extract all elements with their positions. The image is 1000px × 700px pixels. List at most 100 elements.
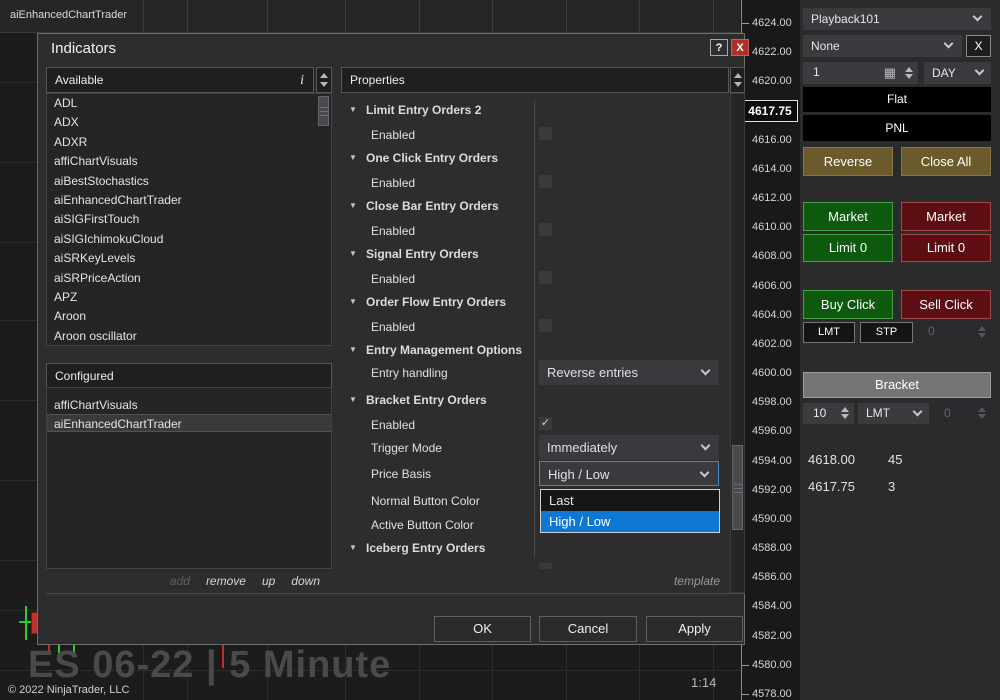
collapse-arrow-icon[interactable]: ▼	[349, 249, 357, 258]
list-item[interactable]: Aroon	[47, 307, 331, 326]
account-selector-value: Playback101	[811, 12, 880, 26]
increment-icon[interactable]	[905, 67, 913, 72]
list-item[interactable]: aiSIGIchimokuCloud	[47, 230, 331, 249]
list-item[interactable]: aiSIGFirstTouch	[47, 210, 331, 229]
scroll-up-icon[interactable]	[320, 73, 328, 78]
bracket-qty-stepper[interactable]: 10	[803, 403, 854, 424]
checkbox[interactable]	[539, 175, 552, 188]
price-basis-selector[interactable]: High / Low	[539, 461, 719, 486]
top-bar-separator	[639, 0, 640, 33]
sell-click-button[interactable]: Sell Click	[901, 290, 991, 319]
list-item[interactable]: aiBestStochastics	[47, 172, 331, 191]
configured-list[interactable]: affiChartVisualsaiEnhancedChartTrader	[46, 387, 332, 569]
scroll-down-icon[interactable]	[320, 82, 328, 87]
list-item[interactable]: affiChartVisuals	[47, 152, 331, 171]
decrement-icon[interactable]	[841, 414, 849, 419]
sell-click-label: Sell Click	[919, 297, 972, 312]
list-item[interactable]: ADXR	[47, 133, 331, 152]
properties-scrollbar-track[interactable]	[730, 93, 745, 593]
reverse-label: Reverse	[824, 154, 872, 169]
price-basis-dropdown-popup[interactable]: LastHigh / Low	[540, 489, 720, 533]
list-item[interactable]: affiChartVisuals	[47, 396, 331, 414]
collapse-arrow-icon[interactable]: ▼	[349, 297, 357, 306]
close-button[interactable]: X	[731, 39, 749, 56]
atm-strategy-selector[interactable]: None	[803, 35, 962, 57]
checkbox[interactable]	[539, 319, 552, 332]
trigger-mode-selector[interactable]: Immediately	[539, 435, 719, 460]
list-item[interactable]: ADX	[47, 113, 331, 132]
collapse-arrow-icon[interactable]: ▼	[349, 105, 357, 114]
dropdown-option[interactable]: Last	[541, 490, 719, 511]
collapse-arrow-icon[interactable]: ▼	[349, 345, 357, 354]
tif-selector[interactable]: DAY	[924, 62, 991, 84]
checkbox[interactable]	[539, 127, 552, 140]
bracket-button[interactable]: Bracket	[803, 372, 991, 398]
stop-qty-stepper: 0	[918, 321, 991, 343]
top-bar-separator	[187, 0, 188, 33]
down-link[interactable]: down	[291, 574, 320, 588]
apply-button[interactable]: Apply	[646, 616, 743, 642]
buy-market-button[interactable]: Market	[803, 202, 893, 231]
scrollbar-thumb[interactable]	[318, 96, 329, 126]
scroll-down-icon[interactable]	[734, 82, 742, 87]
calculator-icon[interactable]: ▦	[884, 62, 896, 83]
entry-handling-selector[interactable]: Reverse entries	[539, 360, 719, 385]
available-list[interactable]: ADLADXADXRaffiChartVisualsaiBestStochast…	[46, 93, 332, 346]
stp-button[interactable]: STP	[860, 322, 913, 343]
collapse-arrow-icon[interactable]: ▼	[349, 543, 357, 552]
sell-limit-button[interactable]: Limit 0	[901, 234, 991, 262]
remove-link[interactable]: remove	[206, 574, 246, 588]
checkbox-checked[interactable]: ✓	[539, 417, 552, 430]
ok-button[interactable]: OK	[434, 616, 531, 642]
list-item[interactable]: aiEnhancedChartTrader	[47, 414, 331, 432]
price-label: 4588.00	[752, 541, 792, 555]
property-label: Active Button Color	[371, 518, 474, 532]
price-label: 4592.00	[752, 483, 792, 497]
checkbox[interactable]	[539, 223, 552, 236]
template-link[interactable]: template	[540, 574, 720, 588]
atm-clear-button[interactable]: X	[966, 35, 991, 57]
dialog-title: Indicators	[51, 40, 116, 57]
up-link[interactable]: up	[262, 574, 275, 588]
close-all-button[interactable]: Close All	[901, 147, 991, 176]
app-window: aiEnhancedChartTrader ES 06-22 | 5 Minut…	[0, 0, 1000, 700]
reverse-button[interactable]: Reverse	[803, 147, 893, 176]
checkbox[interactable]	[539, 271, 552, 284]
list-item[interactable]: aiEnhancedChartTrader	[47, 191, 331, 210]
info-icon[interactable]: i	[300, 69, 304, 93]
chevron-down-icon	[975, 66, 985, 76]
list-item[interactable]: aiSRKeyLevels	[47, 249, 331, 268]
pnl-display: PNL	[803, 115, 991, 141]
decrement-icon[interactable]	[905, 74, 913, 79]
grid-line-vertical	[713, 645, 714, 700]
cancel-button[interactable]: Cancel	[539, 616, 637, 642]
bracket-type-value: LMT	[866, 406, 890, 420]
account-selector[interactable]: Playback101	[803, 8, 991, 30]
lmt-button[interactable]: LMT	[803, 322, 855, 343]
sell-market-button[interactable]: Market	[901, 202, 991, 231]
scroll-up-icon[interactable]	[734, 73, 742, 78]
list-item[interactable]: aiSRPriceAction	[47, 269, 331, 288]
available-header-label: Available	[55, 73, 103, 87]
collapse-arrow-icon[interactable]: ▼	[349, 395, 357, 404]
grid-line-vertical	[566, 645, 567, 700]
collapse-arrow-icon[interactable]: ▼	[349, 201, 357, 210]
price-axis[interactable]: 4624.004622.004620.004617.754616.004614.…	[740, 0, 800, 700]
help-button[interactable]: ?	[710, 39, 728, 56]
available-scroll-arrows[interactable]	[316, 67, 332, 93]
properties-scroll-arrows[interactable]	[730, 67, 745, 93]
list-item[interactable]: Aroon oscillator	[47, 327, 331, 346]
buy-click-button[interactable]: Buy Click	[803, 290, 893, 319]
property-label: Enabled	[371, 128, 415, 142]
increment-icon[interactable]	[841, 407, 849, 412]
buy-limit-label: Limit 0	[829, 240, 867, 255]
scrollbar-thumb[interactable]	[732, 445, 743, 530]
list-item[interactable]: ADL	[47, 94, 331, 113]
dropdown-option[interactable]: High / Low	[541, 511, 719, 532]
buy-limit-button[interactable]: Limit 0	[803, 234, 893, 262]
list-item[interactable]: APZ	[47, 288, 331, 307]
help-icon: ?	[716, 42, 723, 54]
bracket-type-selector[interactable]: LMT	[858, 403, 929, 424]
quantity-stepper[interactable]: 1 ▦	[803, 62, 918, 84]
collapse-arrow-icon[interactable]: ▼	[349, 153, 357, 162]
